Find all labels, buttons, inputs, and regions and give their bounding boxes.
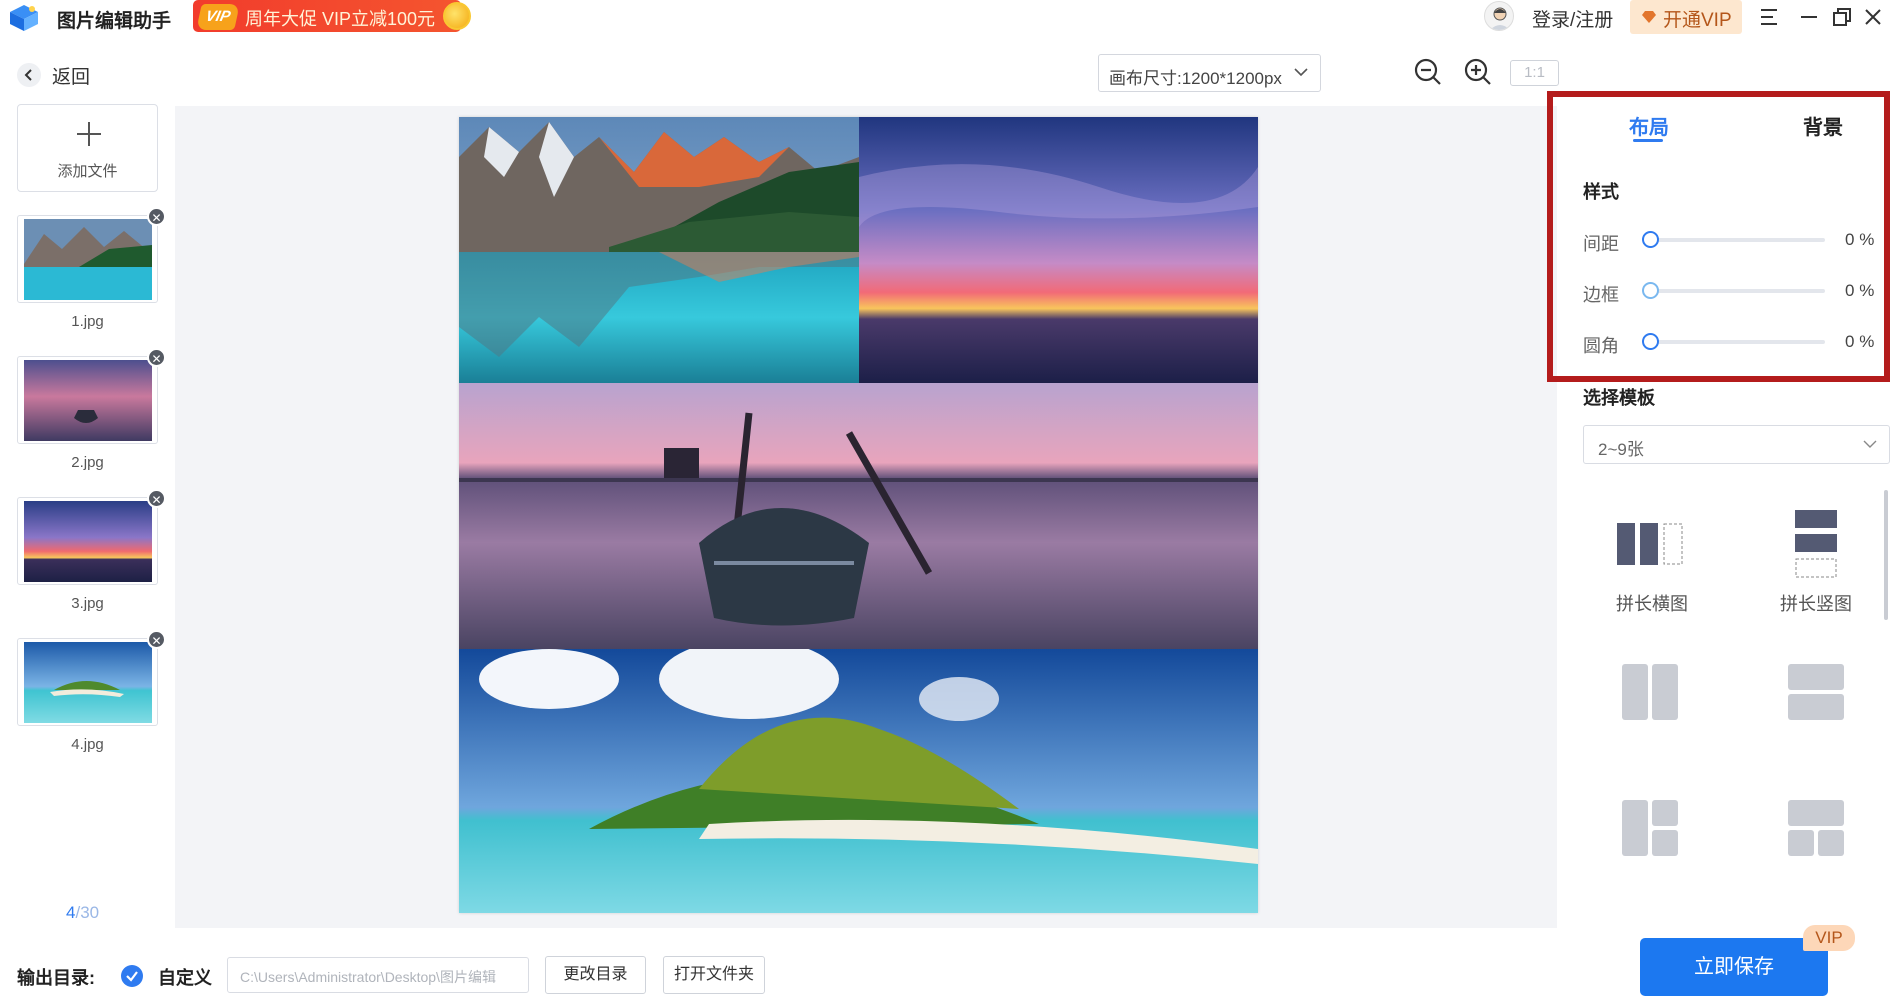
coin-icon [443, 2, 471, 30]
user-icon [1490, 7, 1510, 30]
add-file-label: 添加文件 [57, 163, 118, 180]
template-two-rows-icon[interactable] [1788, 664, 1844, 720]
zoom-in-icon[interactable] [1462, 56, 1494, 88]
canvas-size-select[interactable]: 画布尺寸:1200*1200px [1098, 54, 1321, 92]
restore-icon[interactable] [1830, 5, 1854, 29]
open-vip-button[interactable]: 开通VIP [1630, 0, 1742, 34]
template-long-horizontal-icon[interactable] [1617, 523, 1687, 565]
minimize-icon[interactable] [1797, 5, 1821, 29]
custom-dir-label[interactable]: 自定义 [158, 964, 212, 990]
collage-canvas[interactable] [459, 117, 1258, 913]
collage-tile-2[interactable] [859, 117, 1258, 383]
chevron-down-icon [1863, 440, 1877, 448]
back-label[interactable]: 返回 [52, 62, 90, 89]
file-counter: 4/30 [66, 903, 99, 923]
tropical-island-image [459, 649, 1258, 913]
save-vip-badge: VIP [1803, 925, 1855, 951]
thumbnail-name: 2.jpg [71, 454, 104, 471]
save-now-button[interactable]: 立即保存 [1640, 938, 1828, 996]
output-dir-label: 输出目录: [17, 968, 95, 988]
mountain-lake-image [459, 117, 859, 383]
avatar[interactable] [1484, 1, 1514, 31]
file-count-total: /30 [75, 903, 100, 922]
thumbnail-image [24, 501, 152, 582]
add-file-button[interactable]: 添加文件 [17, 104, 158, 192]
chevron-left-icon [24, 69, 32, 81]
promo-banner[interactable]: VIP 周年大促 VIP立减100元 [193, 0, 473, 32]
highlight-annotation [1547, 91, 1890, 382]
template-long-vertical-icon[interactable] [1795, 510, 1837, 578]
remove-icon[interactable]: ✕ [147, 207, 166, 226]
thumbnail-image [24, 360, 152, 441]
template-count-select[interactable]: 2~9张 [1583, 425, 1890, 464]
template-count-label: 2~9张 [1598, 440, 1644, 459]
collage-tile-3[interactable] [459, 383, 1258, 649]
remove-icon[interactable]: ✕ [147, 489, 166, 508]
remove-icon[interactable]: ✕ [147, 348, 166, 367]
custom-dir-radio[interactable] [121, 965, 143, 987]
chevron-down-icon [1294, 68, 1308, 77]
change-dir-button[interactable]: 更改目录 [545, 956, 646, 994]
remove-icon[interactable]: ✕ [147, 630, 166, 649]
thumbnail-image [24, 219, 152, 300]
plus-icon [77, 122, 101, 146]
template-long-vertical-label[interactable]: 拼长竖图 [1756, 590, 1876, 616]
open-vip-label: 开通VIP [1663, 10, 1732, 31]
promo-vip-badge: VIP [196, 4, 240, 30]
promo-text: 周年大促 VIP立减100元 [245, 9, 436, 29]
open-folder-button[interactable]: 打开文件夹 [663, 956, 765, 994]
thumbnail-3[interactable]: ✕ [17, 489, 166, 585]
thumbnail-1[interactable]: ✕ [17, 207, 166, 303]
sunset-sea-image [859, 117, 1258, 383]
close-icon[interactable] [1861, 5, 1885, 29]
boat-lake-image [459, 383, 1258, 649]
zoom-out-icon[interactable] [1412, 56, 1444, 88]
collage-tile-1[interactable] [459, 117, 859, 383]
canvas-size-label: 画布尺寸:1200*1200px [1109, 69, 1282, 88]
thumbnail-2[interactable]: ✕ [17, 348, 166, 444]
template-one-left-two-right-icon[interactable] [1622, 800, 1678, 856]
template-long-horizontal-label[interactable]: 拼长横图 [1592, 590, 1712, 616]
thumbnail-image [24, 642, 152, 723]
output-path-field[interactable]: C:\Users\Administrator\Desktop\图片编辑 [227, 957, 529, 993]
thumbnail-name: 4.jpg [71, 736, 104, 753]
app-logo-icon [10, 5, 38, 31]
app-title: 图片编辑助手 [57, 11, 172, 32]
template-section-title: 选择模板 [1583, 388, 1655, 408]
panel-scrollbar[interactable] [1884, 490, 1888, 620]
title-bar: 图片编辑助手 VIP 周年大促 VIP立减100元 登录/注册 开通VIP [0, 0, 1890, 34]
menu-icon[interactable] [1757, 5, 1781, 29]
collage-tile-4[interactable] [459, 649, 1258, 913]
thumbnail-name: 3.jpg [71, 595, 104, 612]
template-one-top-two-bottom-icon[interactable] [1788, 800, 1844, 856]
back-button[interactable] [17, 63, 41, 87]
login-register-link[interactable]: 登录/注册 [1532, 5, 1613, 32]
thumbnail-name: 1.jpg [71, 313, 104, 330]
thumbnail-4[interactable]: ✕ [17, 630, 166, 726]
actual-size-button[interactable]: 1:1 [1510, 60, 1559, 86]
check-icon [126, 971, 138, 982]
diamond-icon [1642, 11, 1656, 23]
template-two-columns-icon[interactable] [1622, 664, 1678, 720]
